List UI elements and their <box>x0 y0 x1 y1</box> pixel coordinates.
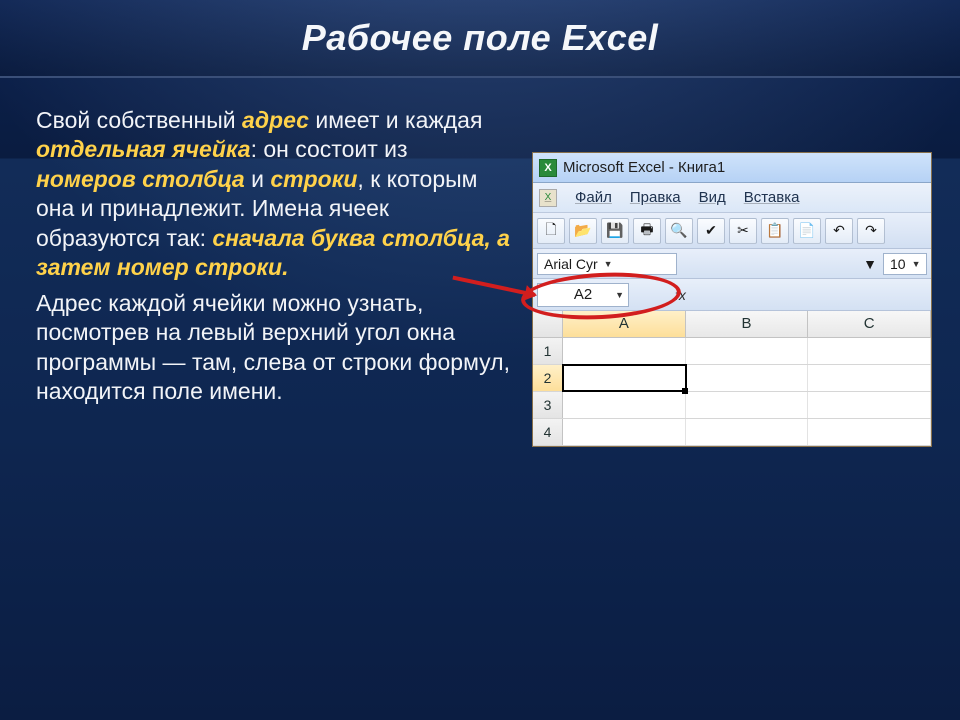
text: : он состоит из <box>251 136 408 162</box>
cell-b1[interactable] <box>686 338 809 364</box>
row-header-3[interactable]: 3 <box>533 392 563 418</box>
cell-c1[interactable] <box>808 338 931 364</box>
fx-label[interactable]: fx <box>675 287 686 303</box>
chevron-down-icon: ▼ <box>604 259 613 269</box>
undo-icon[interactable]: ↶ <box>825 218 853 244</box>
row-header-2[interactable]: 2 <box>533 365 563 391</box>
font-name-combo[interactable]: Arial Cyr ▼ <box>537 253 677 275</box>
excel-grid: A B C 1 2 <box>533 311 931 446</box>
grid-row: 2 <box>533 365 931 392</box>
spellcheck-icon[interactable]: ✔ <box>697 218 725 244</box>
highlight-col: номеров столбца <box>36 166 245 192</box>
name-box[interactable]: A2 ▼ <box>537 283 629 307</box>
menu-insert[interactable]: Вставка <box>744 189 800 206</box>
row-header-4[interactable]: 4 <box>533 419 563 445</box>
paragraph-1: Свой собственный адрес имеет и каждая от… <box>36 106 512 283</box>
grid-row: 1 <box>533 338 931 365</box>
menu-file[interactable]: Файл <box>575 189 612 206</box>
excel-doc-icon: X <box>539 189 557 207</box>
name-box-value: A2 <box>574 286 592 303</box>
highlight-cell: отдельная ячейка <box>36 136 251 162</box>
cell-c2[interactable] <box>808 365 931 391</box>
copy-icon[interactable]: 📋 <box>761 218 789 244</box>
cell-a2[interactable] <box>563 365 686 391</box>
excel-logo-icon: X <box>539 159 557 177</box>
excel-fontbar: Arial Cyr ▼ ▼ 10 ▼ <box>533 249 931 279</box>
cell-c4[interactable] <box>808 419 931 445</box>
excel-titlebar: X Microsoft Excel - Книга1 <box>533 153 931 183</box>
text: имеет и каждая <box>309 107 482 133</box>
menu-edit[interactable]: Правка <box>630 189 681 206</box>
col-header-b[interactable]: B <box>686 311 809 337</box>
new-icon[interactable]: 🗋 <box>537 218 565 244</box>
paste-icon[interactable]: 📄 <box>793 218 821 244</box>
cell-a4[interactable] <box>563 419 686 445</box>
column-headers: A B C <box>533 311 931 338</box>
highlight-address: адрес <box>242 107 309 133</box>
highlight-row: строки <box>270 166 357 192</box>
open-icon[interactable]: 📂 <box>569 218 597 244</box>
row-header-1[interactable]: 1 <box>533 338 563 364</box>
cell-b2[interactable] <box>686 365 809 391</box>
cut-icon[interactable]: ✂ <box>729 218 757 244</box>
font-size-combo[interactable]: 10 ▼ <box>883 253 927 275</box>
chevron-down-icon: ▼ <box>615 290 624 300</box>
cell-a3[interactable] <box>563 392 686 418</box>
grid-row: 4 <box>533 419 931 446</box>
excel-menubar: X Файл Правка Вид Вставка <box>533 183 931 213</box>
excel-namebar: A2 ▼ fx <box>533 279 931 311</box>
chevron-down-icon: ▼ <box>863 256 877 272</box>
font-name-value: Arial Cyr <box>544 256 598 272</box>
text: Свой собственный <box>36 107 242 133</box>
cell-b4[interactable] <box>686 419 809 445</box>
grid-row: 3 <box>533 392 931 419</box>
excel-window: X Microsoft Excel - Книга1 X Файл Правка… <box>532 152 932 447</box>
cell-b3[interactable] <box>686 392 809 418</box>
chevron-down-icon: ▼ <box>912 259 921 269</box>
paragraph-2: Адрес каждой ячейки можно узнать, посмот… <box>36 289 512 407</box>
text-column: Свой собственный адрес имеет и каждая от… <box>36 106 512 447</box>
slide: Рабочее поле Excel Свой собственный адре… <box>0 0 960 720</box>
text: и <box>245 166 271 192</box>
slide-title: Рабочее поле Excel <box>302 17 659 59</box>
print-preview-icon[interactable]: 🔍 <box>665 218 693 244</box>
excel-title-text: Microsoft Excel - Книга1 <box>563 159 725 176</box>
save-icon[interactable]: 💾 <box>601 218 629 244</box>
select-all-corner[interactable] <box>533 311 563 337</box>
redo-icon[interactable]: ↷ <box>857 218 885 244</box>
menu-view[interactable]: Вид <box>699 189 726 206</box>
excel-toolbar: 🗋 📂 💾 🖶 🔍 ✔ ✂ 📋 📄 ↶ ↷ <box>533 213 931 249</box>
font-size-value: 10 <box>890 256 906 272</box>
col-header-a[interactable]: A <box>563 311 686 337</box>
title-bar: Рабочее поле Excel <box>0 0 960 78</box>
image-column: X Microsoft Excel - Книга1 X Файл Правка… <box>532 106 932 447</box>
cell-c3[interactable] <box>808 392 931 418</box>
content-area: Свой собственный адрес имеет и каждая от… <box>0 78 960 447</box>
col-header-c[interactable]: C <box>808 311 931 337</box>
print-icon[interactable]: 🖶 <box>633 218 661 244</box>
cell-a1[interactable] <box>563 338 686 364</box>
